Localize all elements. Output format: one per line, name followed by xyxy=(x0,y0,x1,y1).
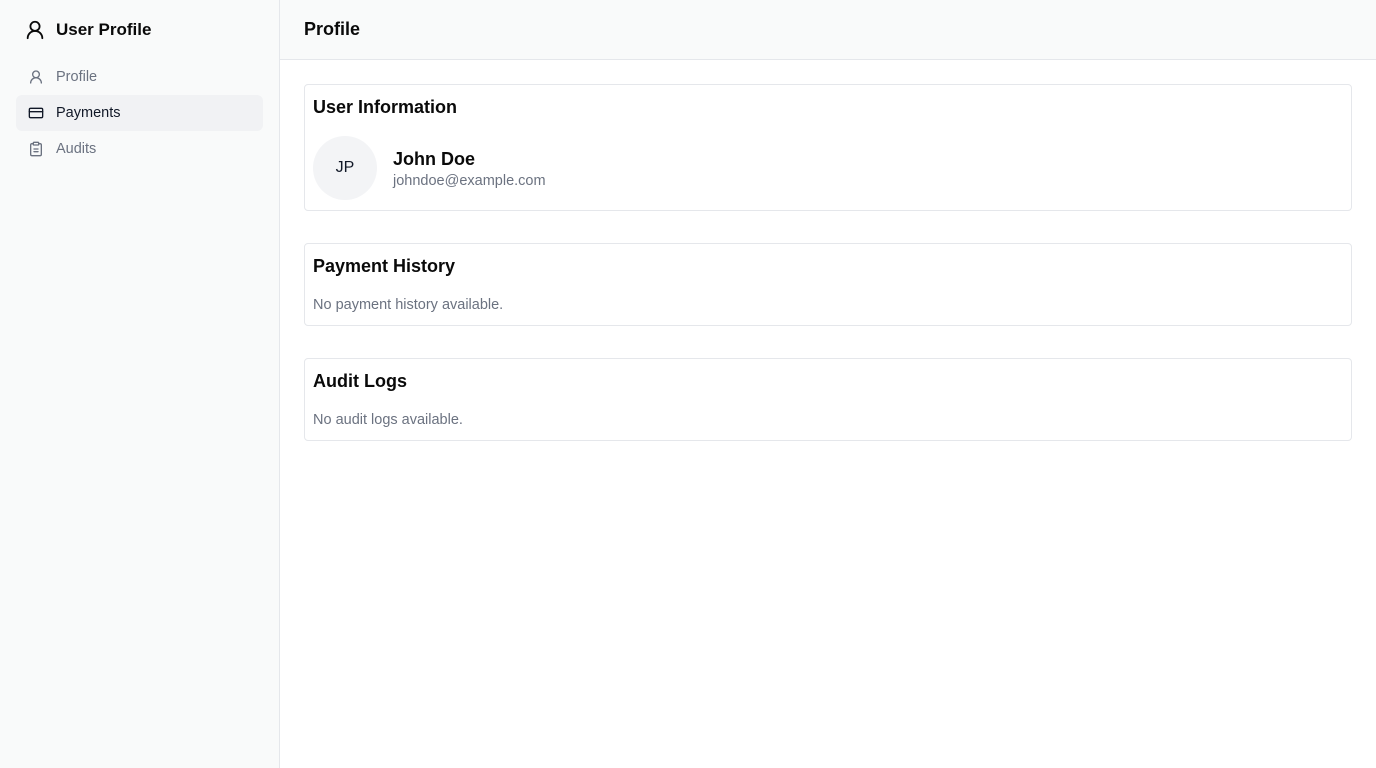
sidebar: User Profile Profile Payments Audits xyxy=(0,0,280,768)
sidebar-item-profile[interactable]: Profile xyxy=(16,59,263,95)
user-details: John Doe johndoe@example.com xyxy=(393,147,546,189)
sidebar-item-label: Audits xyxy=(56,141,97,157)
card-title: Payment History xyxy=(313,256,456,276)
card-title: User Information xyxy=(313,97,458,117)
content: User Information JP John Doe johndoe@exa… xyxy=(280,60,1376,465)
user-icon xyxy=(28,69,44,85)
main-area: Profile User Information JP John Doe joh… xyxy=(280,0,1376,768)
sidebar-item-audits[interactable]: Audits xyxy=(16,131,263,167)
audit-logs-card: Audit Logs No audit logs available. xyxy=(304,358,1352,441)
user-email: johndoe@example.com xyxy=(393,173,546,189)
brand: User Profile xyxy=(16,16,263,44)
sidebar-nav: Profile Payments Audits xyxy=(16,59,263,167)
top-bar: Profile xyxy=(280,0,1376,60)
empty-state-text: No audit logs available. xyxy=(313,412,463,428)
payment-history-card: Payment History No payment history avail… xyxy=(304,243,1352,326)
user-information-card: User Information JP John Doe johndoe@exa… xyxy=(304,84,1352,211)
user-icon xyxy=(24,19,46,41)
user-name: John Doe xyxy=(393,149,476,169)
sidebar-item-payments[interactable]: Payments xyxy=(16,95,263,131)
credit-card-icon xyxy=(28,105,44,121)
clipboard-icon xyxy=(28,141,44,157)
sidebar-item-label: Profile xyxy=(56,69,98,85)
avatar: JP xyxy=(313,136,377,200)
app-root: User Profile Profile Payments Audits Pro… xyxy=(0,0,1376,768)
sidebar-item-label: Payments xyxy=(56,105,121,121)
user-summary: JP John Doe johndoe@example.com xyxy=(313,136,1343,200)
page-title: Profile xyxy=(304,19,361,39)
card-title: Audit Logs xyxy=(313,371,407,391)
empty-state-text: No payment history available. xyxy=(313,297,504,313)
app-title: User Profile xyxy=(56,20,152,39)
